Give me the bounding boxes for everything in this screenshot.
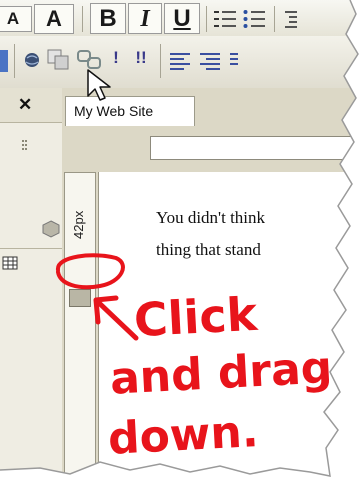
insert-toolbar: ! !! xyxy=(0,36,363,89)
italic-label: I xyxy=(140,6,150,32)
font-size-increase-button[interactable]: A xyxy=(34,4,74,34)
cube-icon[interactable] xyxy=(42,220,60,238)
highlight-circle xyxy=(56,253,125,290)
bold-label: B xyxy=(99,5,117,32)
justify-icon[interactable] xyxy=(228,50,238,72)
marker-double-label: !! xyxy=(135,48,147,67)
font-size-increase-label: A xyxy=(46,6,62,31)
annotation-down: down. xyxy=(106,406,260,465)
tab-title: My Web Site xyxy=(74,103,154,119)
marker-double-button[interactable]: !! xyxy=(130,48,152,72)
dock-edge-icon xyxy=(0,50,8,72)
globe-icon[interactable] xyxy=(22,50,42,70)
screenshot: A A B I U ! !! ✕ My Web Site 42px You di… xyxy=(0,0,363,485)
toolbar-separator xyxy=(160,44,161,78)
toolbar-separator xyxy=(274,6,275,32)
toolbar-separator xyxy=(14,44,15,78)
font-size-decrease-label: A xyxy=(6,9,20,28)
bold-button[interactable]: B xyxy=(90,3,126,34)
ruler-label: 42px xyxy=(71,210,86,239)
toolbar-separator xyxy=(82,6,83,32)
address-field[interactable] xyxy=(150,136,363,160)
italic-button[interactable]: I xyxy=(128,3,162,34)
align-left-icon[interactable] xyxy=(168,50,192,72)
toolbar-separator xyxy=(206,6,207,32)
align-right-icon[interactable] xyxy=(198,50,222,72)
marker-single-label: ! xyxy=(113,48,119,67)
content-line: thing that stand xyxy=(156,240,261,259)
close-icon[interactable]: ✕ xyxy=(18,95,32,115)
tab-my-web-site[interactable]: My Web Site xyxy=(65,96,195,126)
underline-button[interactable]: U xyxy=(164,3,200,34)
indent-icon[interactable] xyxy=(283,8,299,30)
list-bullets-icon[interactable] xyxy=(243,8,267,30)
panel-header: ✕ xyxy=(0,88,62,123)
underline-label: U xyxy=(173,5,191,32)
table-icon[interactable] xyxy=(2,256,18,270)
list-numbered-icon[interactable] xyxy=(214,8,238,30)
copy-icon[interactable] xyxy=(46,48,72,72)
panel-grip-icon[interactable] xyxy=(22,140,28,154)
formatting-toolbar: A A B I U xyxy=(0,0,363,37)
content-line: You didn't think xyxy=(156,208,266,227)
mouse-cursor-icon xyxy=(86,68,114,104)
annotation-click: Click xyxy=(132,286,259,348)
font-size-decrease-button[interactable]: A xyxy=(0,6,32,32)
